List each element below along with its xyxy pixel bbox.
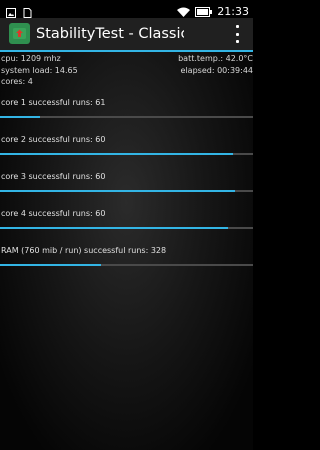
core-4-progress-track [0,227,253,229]
elapsed-time: elapsed: 00:39:44 [180,66,253,75]
core-2-progress-track [0,153,253,155]
overflow-menu-icon[interactable] [233,25,241,43]
core-2-label: core 2 successful runs: 60 [1,135,106,144]
ram-progress-track [0,264,253,266]
core-4-progress-fill [0,227,228,229]
core-3-label: core 3 successful runs: 60 [1,172,106,181]
core-3-progress-fill [0,190,236,192]
battery-temperature: batt.temp.: 42.0°C [178,54,253,63]
core-1-progress-track [0,116,253,118]
cores-count: cores: 4 [1,77,33,86]
ram-label: RAM (760 mib / run) successful runs: 328 [1,246,167,255]
system-load: system load: 14.65 [1,66,78,75]
core-3-progress-track [0,190,253,192]
app-title: StabilityTest - Classic Test [36,26,184,42]
status-time: 21:33 [217,4,249,18]
ram-progress-fill [0,264,102,266]
core-1-progress-fill [0,116,41,118]
app-icon[interactable] [9,23,30,44]
action-bar: StabilityTest - Classic Test [0,18,253,50]
core-4-label: core 4 successful runs: 60 [1,209,106,218]
core-1-label: core 1 successful runs: 61 [1,98,106,107]
cpu-frequency: cpu: 1209 mhz [1,54,61,63]
status-bar: 21:33 [0,0,253,18]
core-2-progress-fill [0,153,233,155]
action-bar-divider [0,50,253,52]
